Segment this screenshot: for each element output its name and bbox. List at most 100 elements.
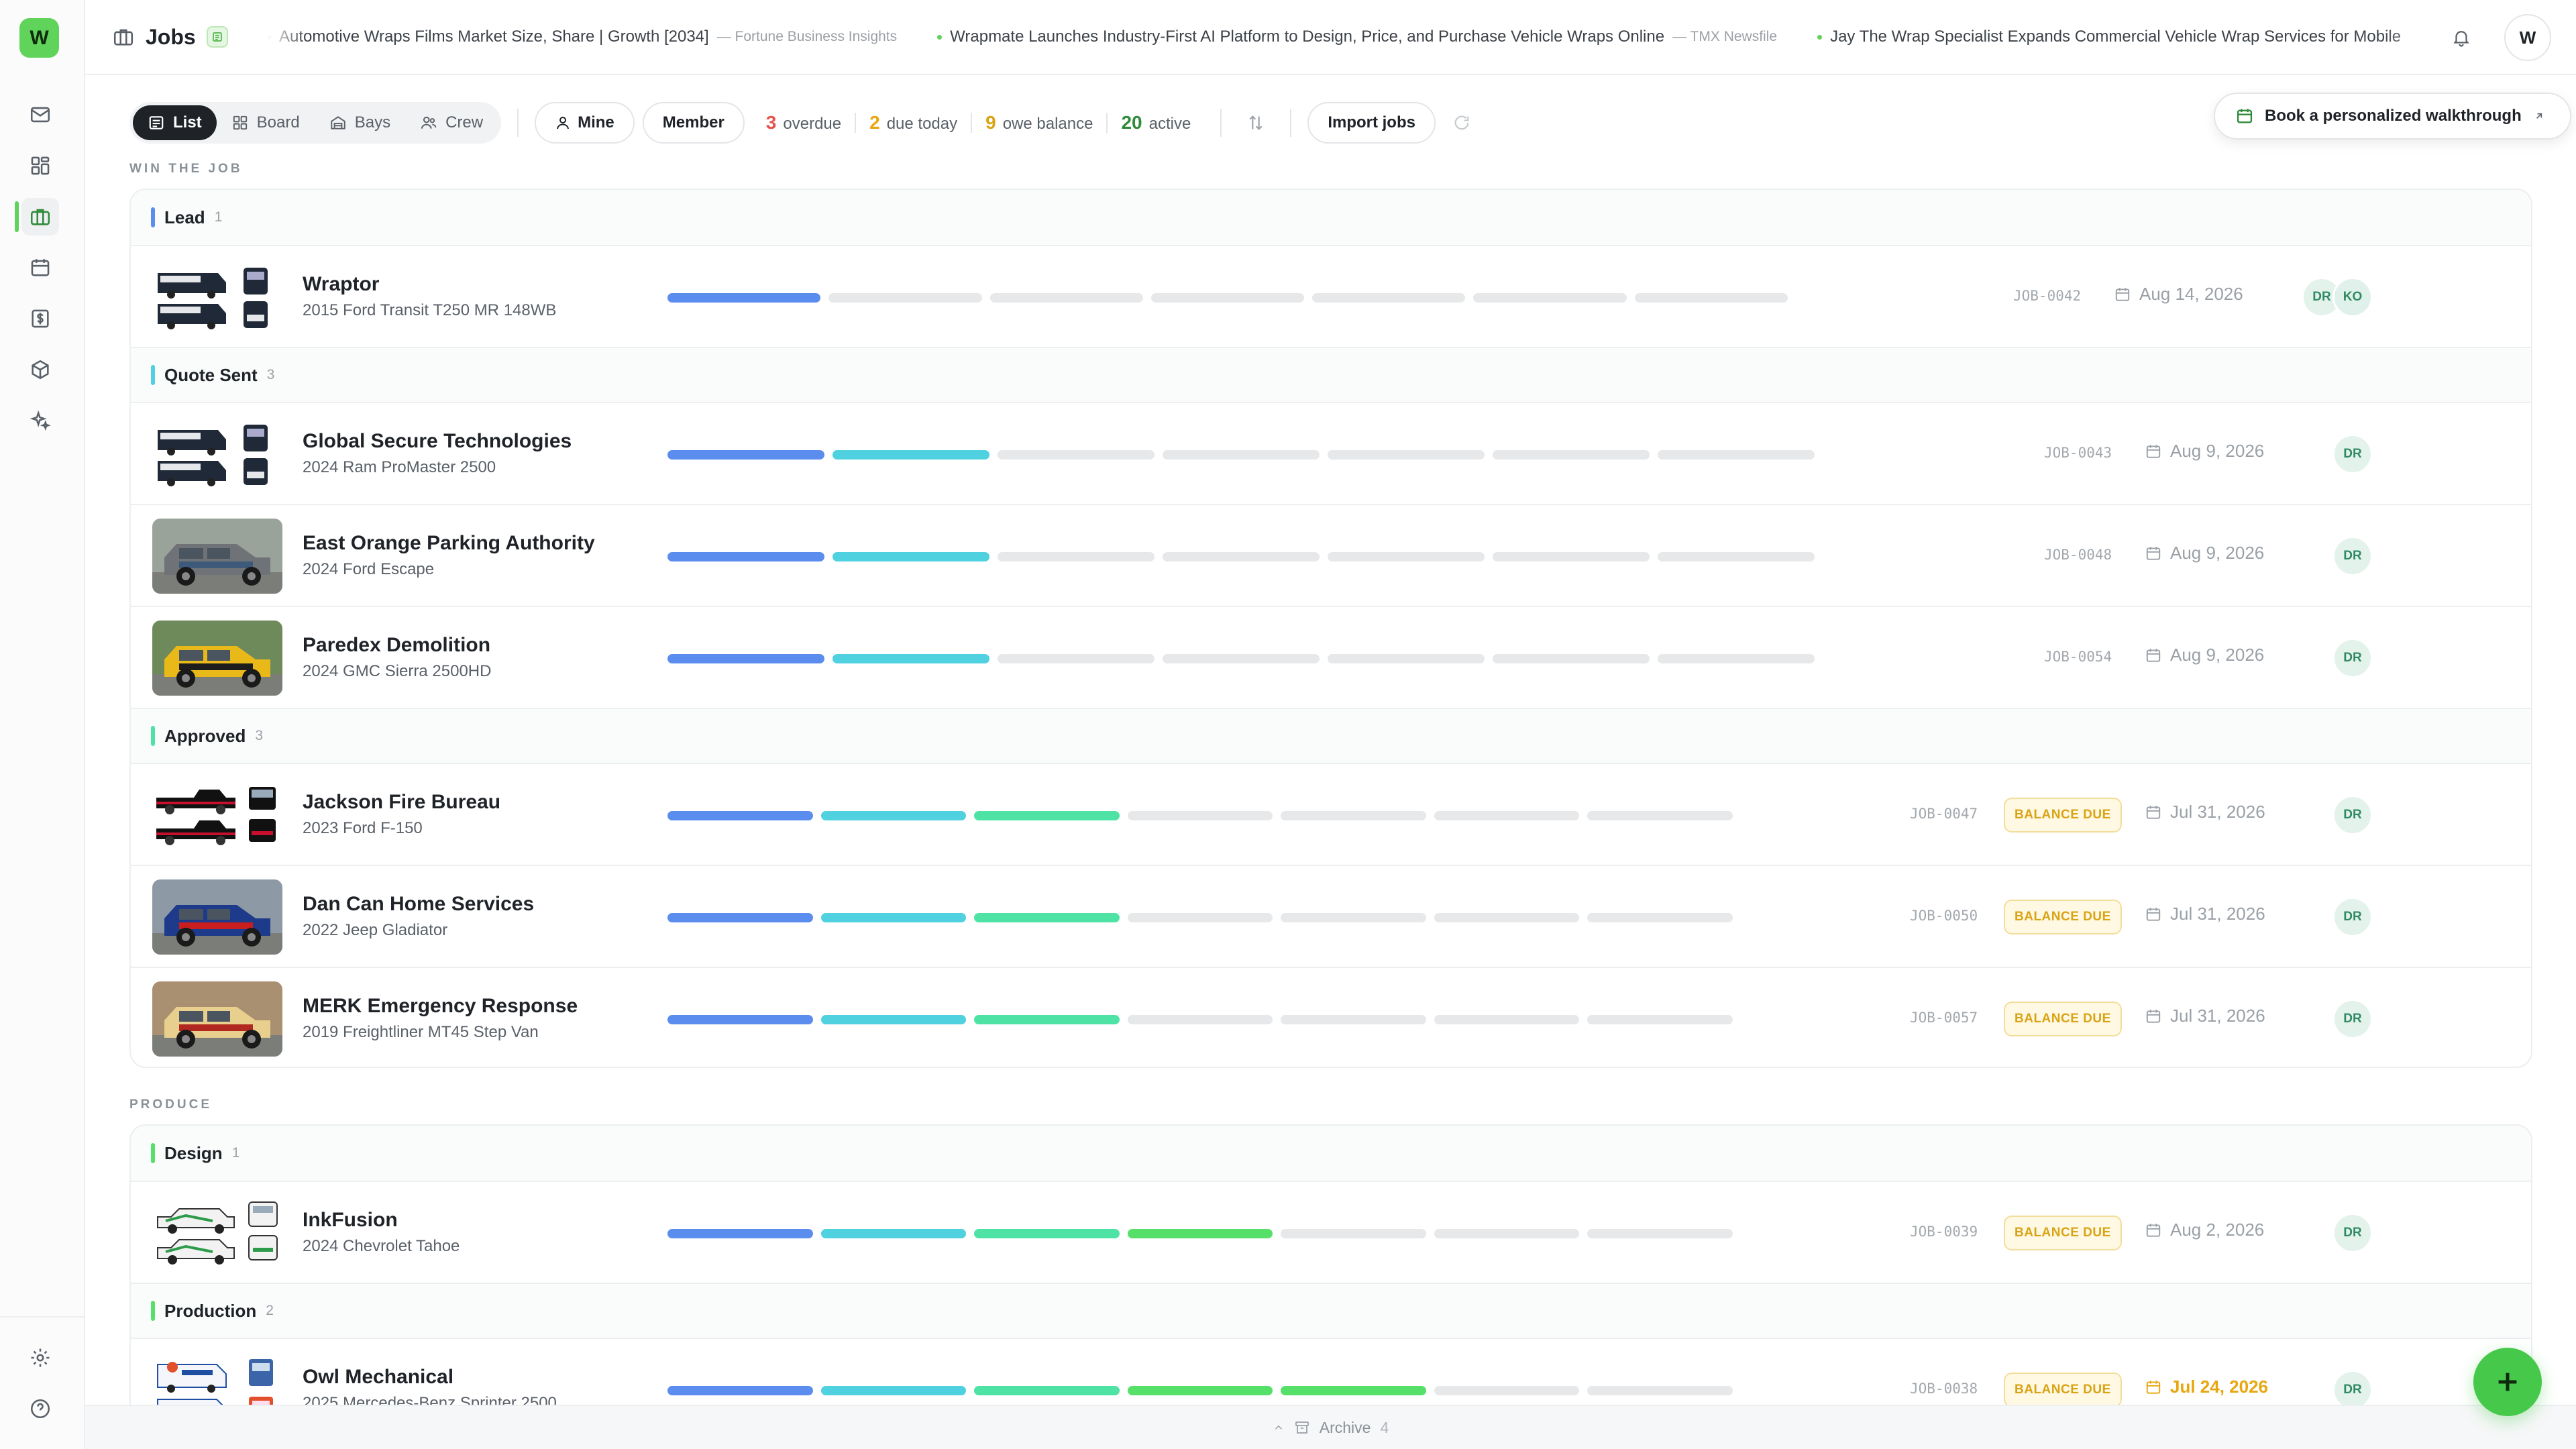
sidebar-item-dashboard[interactable] (21, 147, 59, 184)
calendar-icon (2146, 1223, 2161, 1237)
calendar-icon (2146, 1009, 2161, 1023)
refresh-button[interactable] (1444, 105, 1480, 141)
job-row[interactable]: InkFusion 2024 Chevrolet Tahoe JOB-0039 BAL… (131, 1181, 2531, 1283)
job-name: Jackson Fire Bureau (303, 791, 501, 813)
group-header-production[interactable]: Production 2 (131, 1283, 2531, 1338)
news-item[interactable]: Automotive Wraps Films Market Size, Shar… (266, 28, 897, 46)
sidebar-item-settings[interactable] (21, 1339, 59, 1377)
stat-overdue[interactable]: 3 overdue (753, 112, 855, 133)
grid-icon (31, 156, 50, 175)
section-label: WIN THE JOB (129, 162, 243, 176)
news-item[interactable]: Wrapmate Launches Industry-First AI Plat… (937, 28, 1777, 46)
group-count: 1 (214, 209, 223, 225)
group-header-approved[interactable]: Approved 3 (131, 708, 2531, 763)
sidebar-item-inbox[interactable] (21, 96, 59, 133)
vehicle-thumbnail[interactable] (152, 777, 282, 853)
progress-segment (1163, 552, 1320, 561)
progress-segment (1658, 450, 1815, 460)
news-item[interactable]: Jay The Wrap Specialist Expands Commerci… (1817, 28, 2401, 46)
news-feed-icon[interactable] (206, 26, 228, 48)
progress-segment (974, 913, 1120, 922)
sidebar-item-inventory[interactable] (21, 351, 59, 388)
vehicle-thumbnail[interactable] (152, 260, 282, 335)
group-header-quote-sent[interactable]: Quote Sent 3 (131, 347, 2531, 402)
group-name: Quote Sent (164, 364, 258, 385)
job-row[interactable]: Paredex Demolition 2024 GMC Sierra 2500HD… (131, 606, 2531, 708)
sidebar-item-invoices[interactable] (21, 300, 59, 337)
section-card-produce: Design 1 InkFusion 2024 Chevrolet Tahoe JOB-… (129, 1124, 2532, 1446)
assignee-avatar[interactable]: DR (2332, 536, 2373, 576)
assignee-avatar[interactable]: DR (2332, 1213, 2373, 1253)
vehicle-thumbnail[interactable] (152, 417, 282, 492)
view-bays-button[interactable]: Bays (315, 105, 405, 140)
assignee-avatar[interactable]: DR (2332, 1370, 2373, 1410)
vehicle-thumbnail[interactable] (152, 621, 282, 696)
view-list-button[interactable]: List (133, 105, 217, 140)
archive-bar[interactable]: Archive 4 (85, 1405, 2576, 1449)
assignee-avatar[interactable]: DR (2332, 638, 2373, 678)
assignee-avatar[interactable]: DR (2332, 999, 2373, 1039)
add-job-button[interactable] (2473, 1348, 2542, 1416)
due-date: Aug 9, 2026 (2145, 543, 2264, 564)
job-row[interactable]: Dan Can Home Services 2022 Jeep Gladiator… (131, 865, 2531, 967)
sidebar-item-help[interactable] (21, 1390, 59, 1428)
sidebar-item-ai[interactable] (21, 402, 59, 439)
app-logo[interactable]: W (19, 18, 59, 58)
job-row[interactable]: Global Secure Technologies 2024 Ram ProMa… (131, 402, 2531, 504)
sidebar-item-jobs[interactable] (21, 198, 59, 235)
progress-segment (667, 913, 813, 922)
progress-segment (1434, 1386, 1580, 1395)
group-header-lead[interactable]: Lead 1 (131, 190, 2531, 245)
section-card-win: Lead 1 Wraptor 2015 Ford Transit T250 MR 14… (129, 189, 2532, 1068)
news-ticker: Automotive Wraps Films Market Size, Shar… (266, 0, 2473, 74)
view-crew-button[interactable]: Crew (405, 105, 498, 140)
assignee-avatar[interactable]: DR (2332, 897, 2373, 937)
due-date-text: Jul 24, 2026 (2170, 1377, 2268, 1397)
job-row[interactable]: Jackson Fire Bureau 2023 Ford F-150 JOB-00… (131, 763, 2531, 865)
job-row[interactable]: MERK Emergency Response 2019 Freightliner… (131, 967, 2531, 1067)
sort-button[interactable] (1238, 105, 1274, 141)
assignee-avatar[interactable]: KO (2332, 277, 2373, 317)
vehicle-thumbnail[interactable] (152, 981, 282, 1057)
mine-label: Mine (578, 113, 614, 131)
import-jobs-button[interactable]: Import jobs (1307, 102, 1436, 144)
job-progress (667, 552, 1815, 561)
job-row[interactable]: Wraptor 2015 Ford Transit T250 MR 148WB JO… (131, 245, 2531, 347)
group-count: 2 (266, 1303, 274, 1318)
stat-owe-balance[interactable]: 9 owe balance (972, 112, 1106, 133)
balance-due-badge: BALANCE DUE (2004, 1002, 2122, 1036)
assignee-avatar[interactable]: DR (2332, 434, 2373, 474)
view-board-button[interactable]: Board (217, 105, 315, 140)
job-vehicle: 2024 GMC Sierra 2500HD (303, 662, 492, 680)
list-icon (149, 116, 164, 129)
mine-filter-button[interactable]: Mine (535, 102, 635, 144)
vehicle-thumbnail[interactable] (152, 1195, 282, 1271)
progress-segment (1127, 913, 1273, 922)
group-color-bar (151, 726, 155, 746)
progress-segment (1587, 1229, 1733, 1238)
group-header-design[interactable]: Design 1 (131, 1126, 2531, 1181)
view-label: List (173, 113, 202, 131)
section-label: PRODUCE (129, 1097, 213, 1112)
job-id: JOB-0038 (1910, 1381, 1978, 1397)
vehicle-thumbnail[interactable] (152, 519, 282, 594)
stat-due-today[interactable]: 2 due today (856, 112, 971, 133)
stat-active[interactable]: 20 active (1108, 112, 1204, 133)
refresh-icon (1454, 115, 1469, 130)
notifications-button[interactable] (2448, 24, 2475, 51)
member-label: Member (662, 113, 724, 131)
page-title-group: Jobs (112, 0, 228, 74)
book-walkthrough-button[interactable]: Book a personalized walkthrough (2214, 93, 2571, 140)
job-row[interactable]: East Orange Parking Authority 2024 Ford E… (131, 504, 2531, 606)
balance-due-badge: BALANCE DUE (2004, 1216, 2122, 1250)
assignee-avatar[interactable]: DR (2332, 795, 2373, 835)
due-date: Aug 9, 2026 (2145, 645, 2264, 665)
stat-label: due today (886, 115, 958, 133)
job-progress (667, 1229, 1733, 1238)
user-avatar[interactable]: W (2504, 14, 2551, 61)
progress-segment (1587, 1386, 1733, 1395)
progress-segment (833, 654, 989, 663)
sidebar-item-calendar[interactable] (21, 249, 59, 286)
vehicle-thumbnail[interactable] (152, 879, 282, 955)
member-filter-button[interactable]: Member (642, 102, 745, 144)
